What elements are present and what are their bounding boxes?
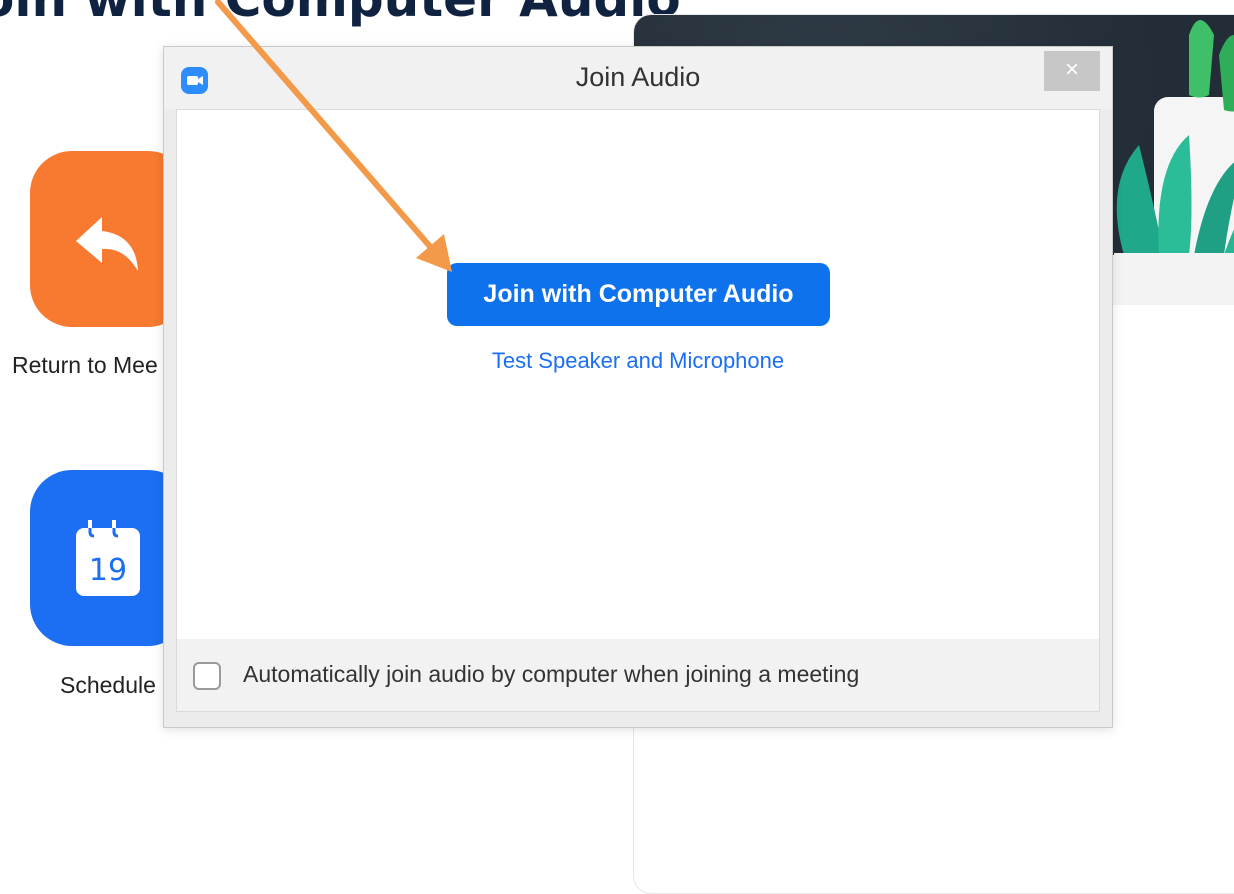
auto-join-label[interactable]: Automatically join audio by computer whe… [243, 661, 859, 688]
auto-join-checkbox[interactable] [193, 662, 221, 690]
dialog-title: Join Audio [575, 62, 701, 92]
close-button[interactable]: × [1044, 51, 1100, 91]
join-with-computer-audio-button[interactable]: Join with Computer Audio [447, 263, 830, 326]
calendar-icon: 19 [76, 518, 140, 603]
join-audio-dialog: Join Audio × Join with Computer Audio Te… [163, 46, 1113, 728]
dialog-content: Join with Computer Audio Test Speaker an… [176, 109, 1100, 641]
annotation-title: oin with Computer Audio [0, 0, 681, 28]
return-to-meeting-label: Return to Mee [12, 352, 158, 378]
dialog-footer: Automatically join audio by computer whe… [176, 639, 1100, 712]
reply-arrow-icon [72, 207, 144, 284]
test-speaker-microphone-link[interactable]: Test Speaker and Microphone [177, 348, 1099, 374]
dialog-titlebar[interactable]: Join Audio × [164, 47, 1112, 109]
schedule-label: Schedule [60, 672, 156, 698]
calendar-day: 19 [89, 553, 127, 588]
